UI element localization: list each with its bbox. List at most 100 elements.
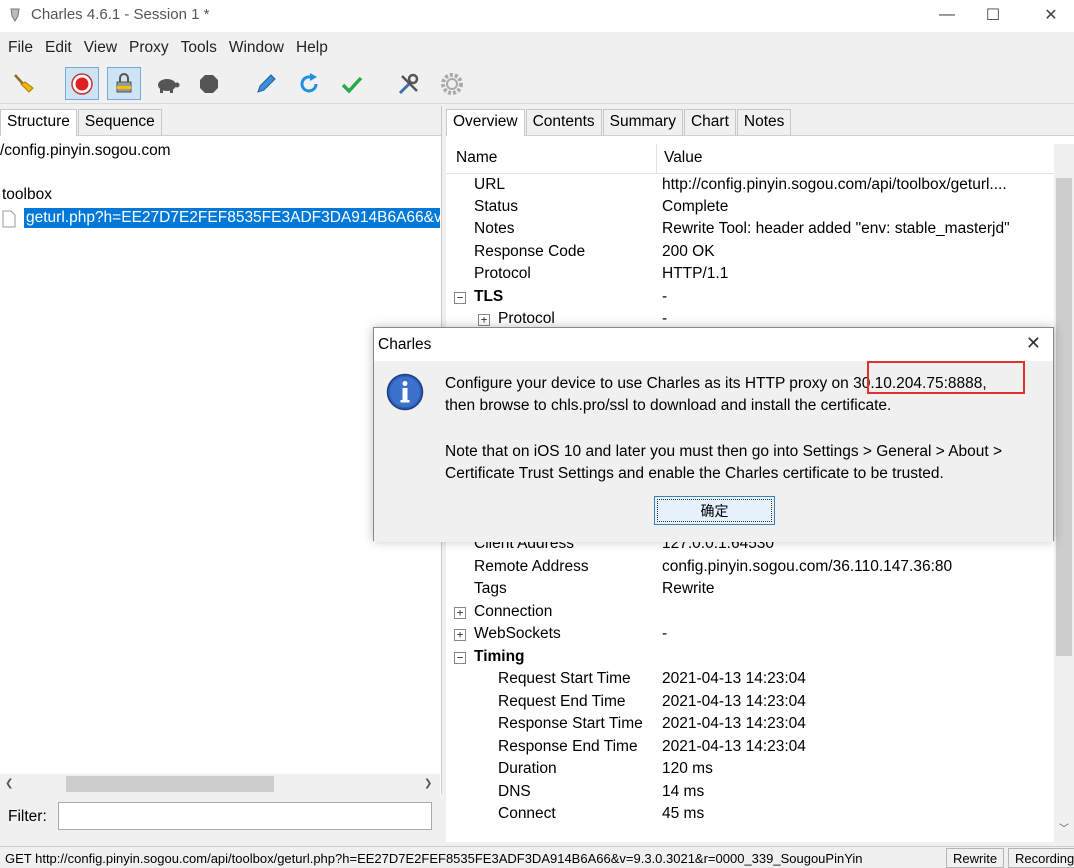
- menu-file[interactable]: File: [2, 39, 39, 57]
- right-tabs: Overview Contents Summary Chart Notes: [446, 106, 1074, 136]
- ok-button[interactable]: 确定: [654, 496, 775, 525]
- status-message: GET http://config.pinyin.sogou.com/api/t…: [5, 851, 863, 866]
- collapse-icon[interactable]: −: [454, 652, 466, 664]
- throttle-lock-icon: [116, 72, 132, 92]
- tree-folder[interactable]: toolbox: [2, 186, 52, 204]
- row-tls[interactable]: − TLS -: [446, 288, 1054, 310]
- scrollbar-thumb[interactable]: [1056, 178, 1072, 656]
- row-value: -: [662, 288, 668, 305]
- tree-host[interactable]: /config.pinyin.sogou.com: [0, 142, 171, 160]
- row-key: Connect: [498, 805, 556, 822]
- menu-view[interactable]: View: [78, 39, 123, 57]
- tab-sequence[interactable]: Sequence: [77, 109, 162, 135]
- settings-button[interactable]: [435, 67, 469, 100]
- tab-notes[interactable]: Notes: [736, 109, 792, 135]
- row-status[interactable]: Status Complete: [446, 198, 1054, 220]
- row-timing[interactable]: − Timing: [446, 648, 1054, 670]
- maximize-button[interactable]: ☐: [970, 0, 1016, 30]
- repeat-button[interactable]: [292, 67, 326, 100]
- tab-chart[interactable]: Chart: [683, 109, 736, 135]
- ssl-proxying-button[interactable]: [107, 67, 141, 100]
- menu-window[interactable]: Window: [223, 39, 290, 57]
- tab-structure[interactable]: Structure: [0, 109, 77, 136]
- row-key: Duration: [498, 760, 557, 777]
- expand-icon[interactable]: +: [478, 314, 490, 326]
- row-key: Protocol: [474, 265, 531, 282]
- breakpoints-button[interactable]: [192, 67, 226, 100]
- rewrite-status-button[interactable]: Rewrite: [946, 848, 1005, 868]
- menu-proxy[interactable]: Proxy: [123, 39, 175, 57]
- row-key: WebSockets: [474, 625, 561, 642]
- column-divider[interactable]: [656, 144, 657, 174]
- expand-icon[interactable]: +: [454, 607, 466, 619]
- pen-icon: [257, 73, 276, 93]
- filter-input[interactable]: [58, 802, 432, 830]
- row-connect[interactable]: Connect 45 ms: [446, 805, 1054, 827]
- horizontal-scrollbar[interactable]: ❮ ❯: [0, 774, 440, 794]
- row-notes[interactable]: Notes Rewrite Tool: header added "env: st…: [446, 220, 1054, 242]
- clear-session-button[interactable]: [6, 67, 40, 100]
- row-value: -: [662, 310, 668, 327]
- row-response-code[interactable]: Response Code 200 OK: [446, 243, 1054, 265]
- row-tags[interactable]: Tags Rewrite: [446, 580, 1054, 602]
- row-value: 2021-04-13 14:23:04: [662, 715, 806, 732]
- throttle-button[interactable]: [150, 67, 184, 100]
- column-name[interactable]: Name: [456, 149, 497, 167]
- close-icon[interactable]: ✕: [1026, 333, 1041, 354]
- check-icon: [341, 76, 363, 94]
- menu-tools[interactable]: Tools: [175, 39, 223, 57]
- expand-icon[interactable]: +: [454, 629, 466, 641]
- row-key: Response Code: [474, 243, 586, 260]
- row-response-start[interactable]: Response Start Time 2021-04-13 14:23:04: [446, 715, 1054, 737]
- tab-overview[interactable]: Overview: [446, 109, 525, 136]
- row-request-start[interactable]: Request Start Time 2021-04-13 14:23:04: [446, 670, 1054, 692]
- row-connection[interactable]: + Connection: [446, 603, 1054, 625]
- menu-help[interactable]: Help: [290, 39, 334, 57]
- left-tabs: Structure Sequence: [0, 106, 441, 136]
- close-window-button[interactable]: ✕: [1028, 0, 1074, 30]
- row-key: Timing: [474, 648, 525, 665]
- record-button[interactable]: [65, 67, 99, 100]
- scroll-down-icon[interactable]: ﹀: [1059, 820, 1069, 835]
- focus-ring: [657, 499, 772, 522]
- scroll-right-icon[interactable]: ❯: [424, 778, 432, 789]
- row-url[interactable]: URL http://config.pinyin.sogou.com/api/to…: [446, 176, 1054, 198]
- collapse-icon[interactable]: −: [454, 292, 466, 304]
- tab-contents[interactable]: Contents: [525, 109, 602, 135]
- menu-bar: File Edit View Proxy Tools Window Help: [0, 32, 1074, 64]
- proxy-help-dialog: Charles ✕ Configure your device to use C…: [373, 327, 1054, 542]
- row-websockets[interactable]: + WebSockets -: [446, 625, 1054, 647]
- row-duration[interactable]: Duration 120 ms: [446, 760, 1054, 782]
- dialog-line-2: then browse to chls.pro/ssl to download …: [445, 397, 892, 414]
- gear-icon: [441, 72, 463, 95]
- validate-button[interactable]: [335, 67, 369, 100]
- row-value: Rewrite: [662, 580, 715, 597]
- filter-label: Filter:: [8, 808, 47, 825]
- row-dns[interactable]: DNS 14 ms: [446, 783, 1054, 805]
- row-key: Request Start Time: [498, 670, 631, 687]
- row-key: Tags: [474, 580, 507, 597]
- row-remote-address[interactable]: Remote Address config.pinyin.sogou.com/36…: [446, 558, 1054, 580]
- tab-summary[interactable]: Summary: [602, 109, 683, 135]
- minimize-button[interactable]: —: [924, 0, 970, 30]
- menu-edit[interactable]: Edit: [39, 39, 78, 57]
- column-value[interactable]: Value: [664, 149, 703, 167]
- stop-icon: [200, 74, 218, 93]
- refresh-icon: [300, 72, 318, 92]
- row-protocol[interactable]: Protocol HTTP/1.1: [446, 265, 1054, 287]
- scroll-left-icon[interactable]: ❮: [5, 778, 13, 789]
- row-value: 200 OK: [662, 243, 715, 260]
- tools-button[interactable]: [392, 67, 426, 100]
- row-key: Response End Time: [498, 738, 638, 755]
- recording-status-button[interactable]: Recording: [1008, 848, 1074, 868]
- scrollbar-thumb[interactable]: [66, 776, 274, 792]
- record-icon: [71, 72, 93, 95]
- row-response-end[interactable]: Response End Time 2021-04-13 14:23:04: [446, 738, 1054, 760]
- row-value: http://config.pinyin.sogou.com/api/toolb…: [662, 176, 1007, 193]
- row-request-end[interactable]: Request End Time 2021-04-13 14:23:04: [446, 693, 1054, 715]
- dialog-title-bar: Charles ✕: [374, 328, 1053, 361]
- vertical-scrollbar[interactable]: ︿ ﹀: [1054, 144, 1074, 842]
- row-value: 2021-04-13 14:23:04: [662, 738, 806, 755]
- row-key: Remote Address: [474, 558, 589, 575]
- compose-button[interactable]: [249, 67, 283, 100]
